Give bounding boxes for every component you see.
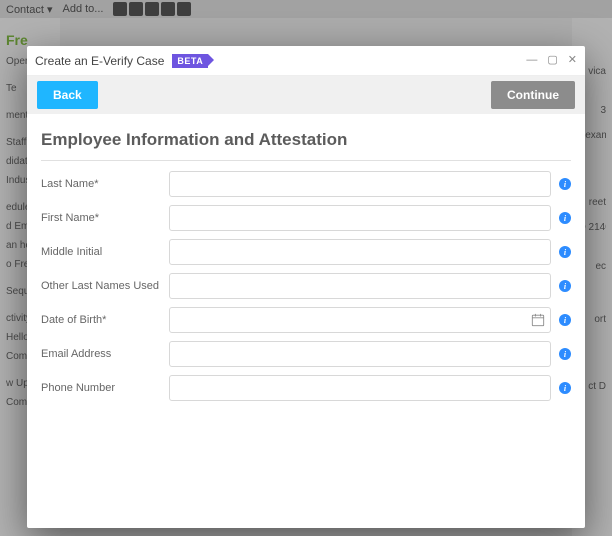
field-row-dob: Date of Birth* xyxy=(41,307,571,333)
field-row-last-name: Last Name* xyxy=(41,171,571,197)
email-label: Email Address xyxy=(41,348,169,360)
field-row-middle-initial: Middle Initial xyxy=(41,239,571,265)
beta-badge: BETA xyxy=(172,54,208,68)
field-row-phone: Phone Number xyxy=(41,375,571,401)
everify-modal: Create an E-Verify Case BETA — ▢ ✕ Back … xyxy=(27,46,585,528)
info-icon[interactable] xyxy=(559,246,571,258)
modal-actionbar: Back Continue xyxy=(27,76,585,114)
info-icon[interactable] xyxy=(559,178,571,190)
dob-input[interactable] xyxy=(169,307,551,333)
email-input[interactable] xyxy=(169,341,551,367)
last-name-input[interactable] xyxy=(169,171,551,197)
maximize-icon[interactable]: ▢ xyxy=(547,55,557,66)
middle-initial-input[interactable] xyxy=(169,239,551,265)
field-row-other-last-names: Other Last Names Used xyxy=(41,273,571,299)
other-last-names-label: Other Last Names Used xyxy=(41,280,169,292)
info-icon[interactable] xyxy=(559,280,571,292)
continue-button[interactable]: Continue xyxy=(491,81,575,109)
back-button[interactable]: Back xyxy=(37,81,98,109)
field-row-email: Email Address xyxy=(41,341,571,367)
modal-titlebar: Create an E-Verify Case BETA — ▢ ✕ xyxy=(27,46,585,76)
section-title: Employee Information and Attestation xyxy=(41,124,571,160)
first-name-label: First Name* xyxy=(41,212,169,224)
first-name-input[interactable] xyxy=(169,205,551,231)
section-divider xyxy=(41,160,571,161)
last-name-label: Last Name* xyxy=(41,178,169,190)
other-last-names-input[interactable] xyxy=(169,273,551,299)
info-icon[interactable] xyxy=(559,314,571,326)
minimize-icon[interactable]: — xyxy=(526,55,537,66)
field-row-first-name: First Name* xyxy=(41,205,571,231)
phone-input[interactable] xyxy=(169,375,551,401)
modal-title-text: Create an E-Verify Case xyxy=(35,54,164,68)
modal-body: Employee Information and Attestation Las… xyxy=(27,114,585,528)
info-icon[interactable] xyxy=(559,382,571,394)
middle-initial-label: Middle Initial xyxy=(41,246,169,258)
close-icon[interactable]: ✕ xyxy=(568,55,577,66)
info-icon[interactable] xyxy=(559,348,571,360)
calendar-icon[interactable] xyxy=(531,313,545,327)
phone-label: Phone Number xyxy=(41,382,169,394)
info-icon[interactable] xyxy=(559,212,571,224)
dob-label: Date of Birth* xyxy=(41,314,169,326)
